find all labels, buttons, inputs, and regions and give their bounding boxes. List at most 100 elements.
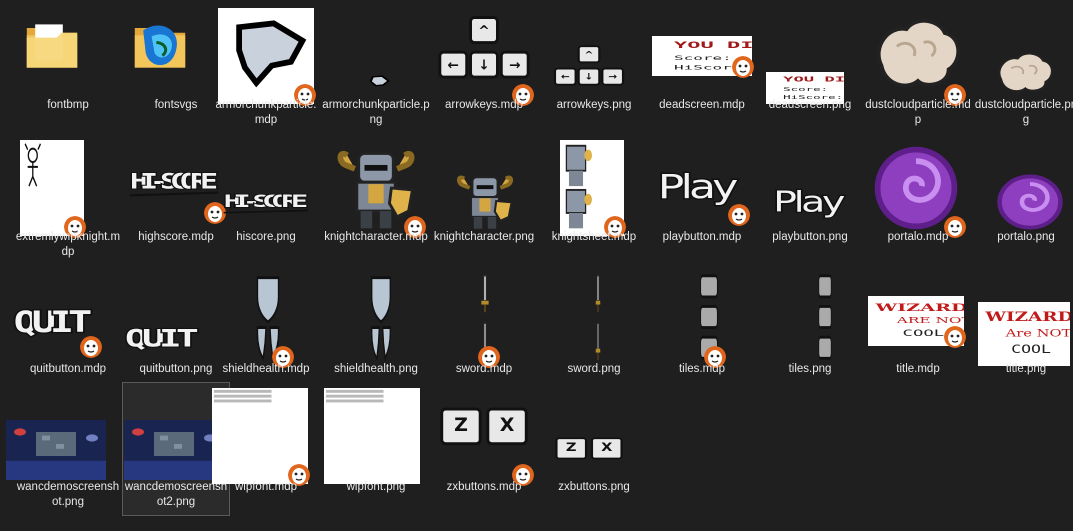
- file-item-shieldhealth-mdp[interactable]: shieldhealth.mdp: [212, 270, 320, 380]
- svg-text:WIZARDS: WIZARDS: [874, 302, 964, 314]
- file-label: tiles.png: [788, 363, 832, 375]
- file-label: sword.png: [567, 363, 621, 375]
- file-label: playbutton.png: [772, 231, 848, 243]
- file-item-tiles-png[interactable]: tiles.png: [756, 270, 864, 380]
- file-item-playbutton-mdp[interactable]: Play playbutton.mdp: [648, 138, 756, 278]
- folder-app-icon: [130, 16, 190, 76]
- svg-text:Z: Z: [566, 442, 577, 455]
- svg-text:COOL: COOL: [1011, 344, 1051, 357]
- file-label: shieldhealth.png: [334, 363, 418, 375]
- file-item-title-mdp[interactable]: WIZARDS ARE NOT COOL title.mdp: [864, 270, 972, 380]
- svg-text:YOU DIED: YOU DIED: [674, 40, 752, 51]
- file-label: armorchunkparticle.png: [322, 99, 430, 126]
- file-label: wipfont.png: [346, 481, 406, 493]
- file-label: hiscore.png: [236, 231, 296, 243]
- file-item-fontbmp[interactable]: fontbmp: [14, 6, 122, 146]
- svg-text:↓: ↓: [585, 72, 594, 82]
- svg-text:Score:: Score:: [674, 54, 732, 61]
- dust-cloud-icon: [992, 46, 1056, 102]
- file-label: title.mdp: [896, 363, 940, 375]
- svg-text:X: X: [500, 414, 515, 436]
- sword-icon: [590, 270, 606, 366]
- file-label: zxbuttons.mdp: [446, 481, 522, 493]
- quit-button-icon: QUIT: [116, 308, 206, 366]
- file-item-title-png[interactable]: WIZARDS Are NOT COOL title.png: [972, 270, 1073, 380]
- svg-text:←: ←: [448, 57, 460, 73]
- file-item-dustcloudparticle-png[interactable]: dustcloudparticle.png: [972, 6, 1073, 146]
- svg-text:HI-SCORE: HI-SCORE: [130, 170, 218, 194]
- svg-text:QUIT: QUIT: [125, 324, 199, 352]
- medibang-badge-icon: [728, 204, 750, 226]
- file-label: deadscreen.png: [768, 99, 852, 111]
- hi-score-icon: HI-SCORE: [218, 178, 314, 234]
- svg-text:WIZARDS: WIZARDS: [984, 309, 1070, 324]
- file-label: wipfont.mdp: [234, 481, 297, 493]
- file-item-knightcharacter-mdp[interactable]: knightcharacter.mdp: [322, 138, 430, 278]
- medibang-badge-icon: [944, 326, 966, 348]
- file-label: arrowkeys.mdp: [445, 99, 523, 111]
- file-label: shieldhealth.mdp: [222, 363, 310, 375]
- file-label: knightsheet.mdp: [551, 231, 637, 243]
- svg-text:→: →: [509, 57, 521, 73]
- file-label: portalo.png: [997, 231, 1055, 243]
- svg-text:→: →: [608, 72, 617, 82]
- portal-icon: [992, 170, 1068, 234]
- medibang-badge-icon: [732, 56, 754, 78]
- file-label: quitbutton.mdp: [29, 363, 107, 375]
- file-item-sword-png[interactable]: sword.png: [540, 270, 648, 380]
- folder-icon: [22, 16, 82, 76]
- file-label: portalo.mdp: [887, 231, 949, 243]
- file-item-knightcharacter-png[interactable]: knightcharacter.png: [430, 138, 538, 278]
- file-item-zxbuttons-mdp[interactable]: Z Xzxbuttons.mdp: [430, 386, 538, 516]
- tiles-icon: [814, 270, 836, 366]
- file-label: wancdemoscreenshot.png: [16, 481, 120, 508]
- file-item-portalo-png[interactable]: portalo.png: [972, 138, 1073, 278]
- file-item-armorchunkparticle-png[interactable]: armorchunkparticle.png: [322, 6, 430, 146]
- file-label: armorchunkparticle.mdp: [215, 99, 317, 126]
- file-item-wipfont-mdp[interactable]: wipfont.mdp: [212, 386, 320, 516]
- file-item-wipfont-png[interactable]: wipfont.png: [322, 386, 430, 516]
- file-label: dustcloudparticle.mdp: [865, 99, 971, 126]
- file-item-extremlywipknight-mdp[interactable]: extremlywipknight.mdp: [14, 138, 122, 278]
- file-item-hiscore-png[interactable]: HI-SCORE hiscore.png: [212, 138, 320, 278]
- file-item-armorchunkparticle-mdp[interactable]: armorchunkparticle.mdp: [212, 6, 320, 146]
- file-item-quitbutton-mdp[interactable]: QUIT quitbutton.mdp: [12, 270, 122, 380]
- file-label: sword.mdp: [455, 363, 513, 375]
- file-label: fontbmp: [47, 99, 89, 111]
- file-item-zxbuttons-png[interactable]: Z Xzxbuttons.png: [540, 386, 648, 516]
- zx-keys-icon: ZX: [552, 426, 626, 482]
- file-item-portalo-mdp[interactable]: portalo.mdp: [864, 138, 972, 278]
- file-label: tiles.mdp: [678, 363, 726, 375]
- file-item-deadscreen-mdp[interactable]: YOU DIEDScore:HiScore:deadscreen.mdp: [648, 6, 756, 146]
- svg-text:HI-SCORE: HI-SCORE: [224, 191, 308, 211]
- file-item-dustcloudparticle-mdp[interactable]: dustcloudparticle.mdp: [864, 6, 972, 146]
- file-label: title.png: [1005, 363, 1047, 375]
- file-item-sword-mdp[interactable]: sword.mdp: [430, 270, 538, 380]
- svg-text:Play: Play: [773, 186, 845, 219]
- svg-text:ARE NOT: ARE NOT: [896, 316, 964, 325]
- medibang-badge-icon: [80, 336, 102, 358]
- file-grid: fontbmp fontsvgs armorchunkparticle.mdp arm…: [0, 0, 1073, 531]
- file-item-shieldhealth-png[interactable]: shieldhealth.png: [322, 270, 430, 380]
- file-label: playbutton.mdp: [662, 231, 742, 243]
- file-item-arrowkeys-png[interactable]: ^ ← ↓ → arrowkeys.png: [540, 6, 648, 146]
- file-label: knightcharacter.mdp: [324, 231, 428, 243]
- svg-text:^: ^: [585, 50, 594, 60]
- file-item-tiles-mdp[interactable]: tiles.mdp: [648, 270, 756, 380]
- file-item-deadscreen-png[interactable]: YOU DIEDScore:HiScore:deadscreen.png: [756, 6, 864, 146]
- file-label: knightcharacter.png: [433, 231, 535, 243]
- file-item-arrowkeys-mdp[interactable]: ^ ← ↓ → arrowkeys.mdp: [430, 6, 538, 146]
- arrow-keys-icon: ^ ← ↓ →: [552, 40, 626, 102]
- font-sheet-icon: [324, 388, 420, 484]
- shield-icon: [360, 270, 402, 366]
- knight-icon: [450, 168, 520, 234]
- svg-text:YOU DIED: YOU DIED: [783, 76, 844, 84]
- file-item-wancdemoscreenshot-png[interactable]: wancdemoscreenshot.png: [6, 386, 122, 516]
- file-item-knightsheet-mdp[interactable]: knightsheet.mdp: [540, 138, 648, 278]
- file-label: zxbuttons.png: [558, 481, 630, 493]
- screenshot-icon: [6, 420, 106, 480]
- svg-text:←: ←: [561, 72, 570, 82]
- file-item-playbutton-png[interactable]: Play playbutton.png: [756, 138, 864, 278]
- svg-text:Z: Z: [454, 414, 468, 436]
- svg-text:Score:: Score:: [783, 87, 828, 93]
